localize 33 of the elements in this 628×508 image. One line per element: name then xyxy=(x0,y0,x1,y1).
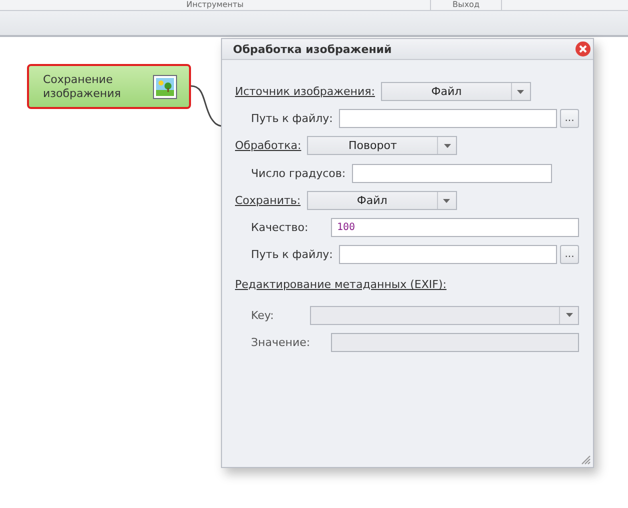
connector-line xyxy=(191,84,221,129)
caret-icon xyxy=(517,90,524,94)
field-label: Key: xyxy=(251,308,275,322)
dropdown[interactable]: Файл xyxy=(306,191,457,210)
field-label: Обработка: xyxy=(235,139,302,152)
input-field[interactable] xyxy=(352,164,552,182)
workflow-node[interactable]: Сохранение изображения xyxy=(27,64,191,109)
field-label: Редактирование метаданных (EXIF): xyxy=(235,278,446,291)
input-field[interactable] xyxy=(331,333,579,352)
resize-grip-icon[interactable] xyxy=(579,453,591,465)
field-label: Путь к файлу: xyxy=(251,112,333,125)
browse-button[interactable]: ... xyxy=(560,109,579,128)
close-icon[interactable] xyxy=(575,41,591,57)
dialog-title: Обработка изображений xyxy=(233,42,392,56)
field-label: Качество: xyxy=(251,221,310,234)
field-label: Источник изображения: xyxy=(235,85,375,98)
input-field[interactable] xyxy=(338,109,557,128)
dropdown[interactable] xyxy=(310,306,579,324)
caret-icon xyxy=(566,313,572,317)
browse-button[interactable]: ... xyxy=(560,245,579,264)
caret-icon xyxy=(444,144,451,148)
dropdown[interactable]: Поворот xyxy=(307,136,458,155)
ribbon-group-label: Инструменты xyxy=(0,0,431,10)
ribbon-group-label: Выход xyxy=(431,0,502,10)
field-label: Сохранить: xyxy=(235,194,301,207)
field-label: Значение: xyxy=(251,336,312,349)
caret-icon xyxy=(443,198,450,202)
picture-icon xyxy=(153,74,177,98)
input-field[interactable] xyxy=(338,245,557,264)
field-label: Число градусов: xyxy=(251,166,346,180)
dropdown[interactable]: Файл xyxy=(380,82,531,101)
input-field[interactable]: 100 xyxy=(331,218,579,237)
field-label: Путь к файлу: xyxy=(251,248,333,261)
